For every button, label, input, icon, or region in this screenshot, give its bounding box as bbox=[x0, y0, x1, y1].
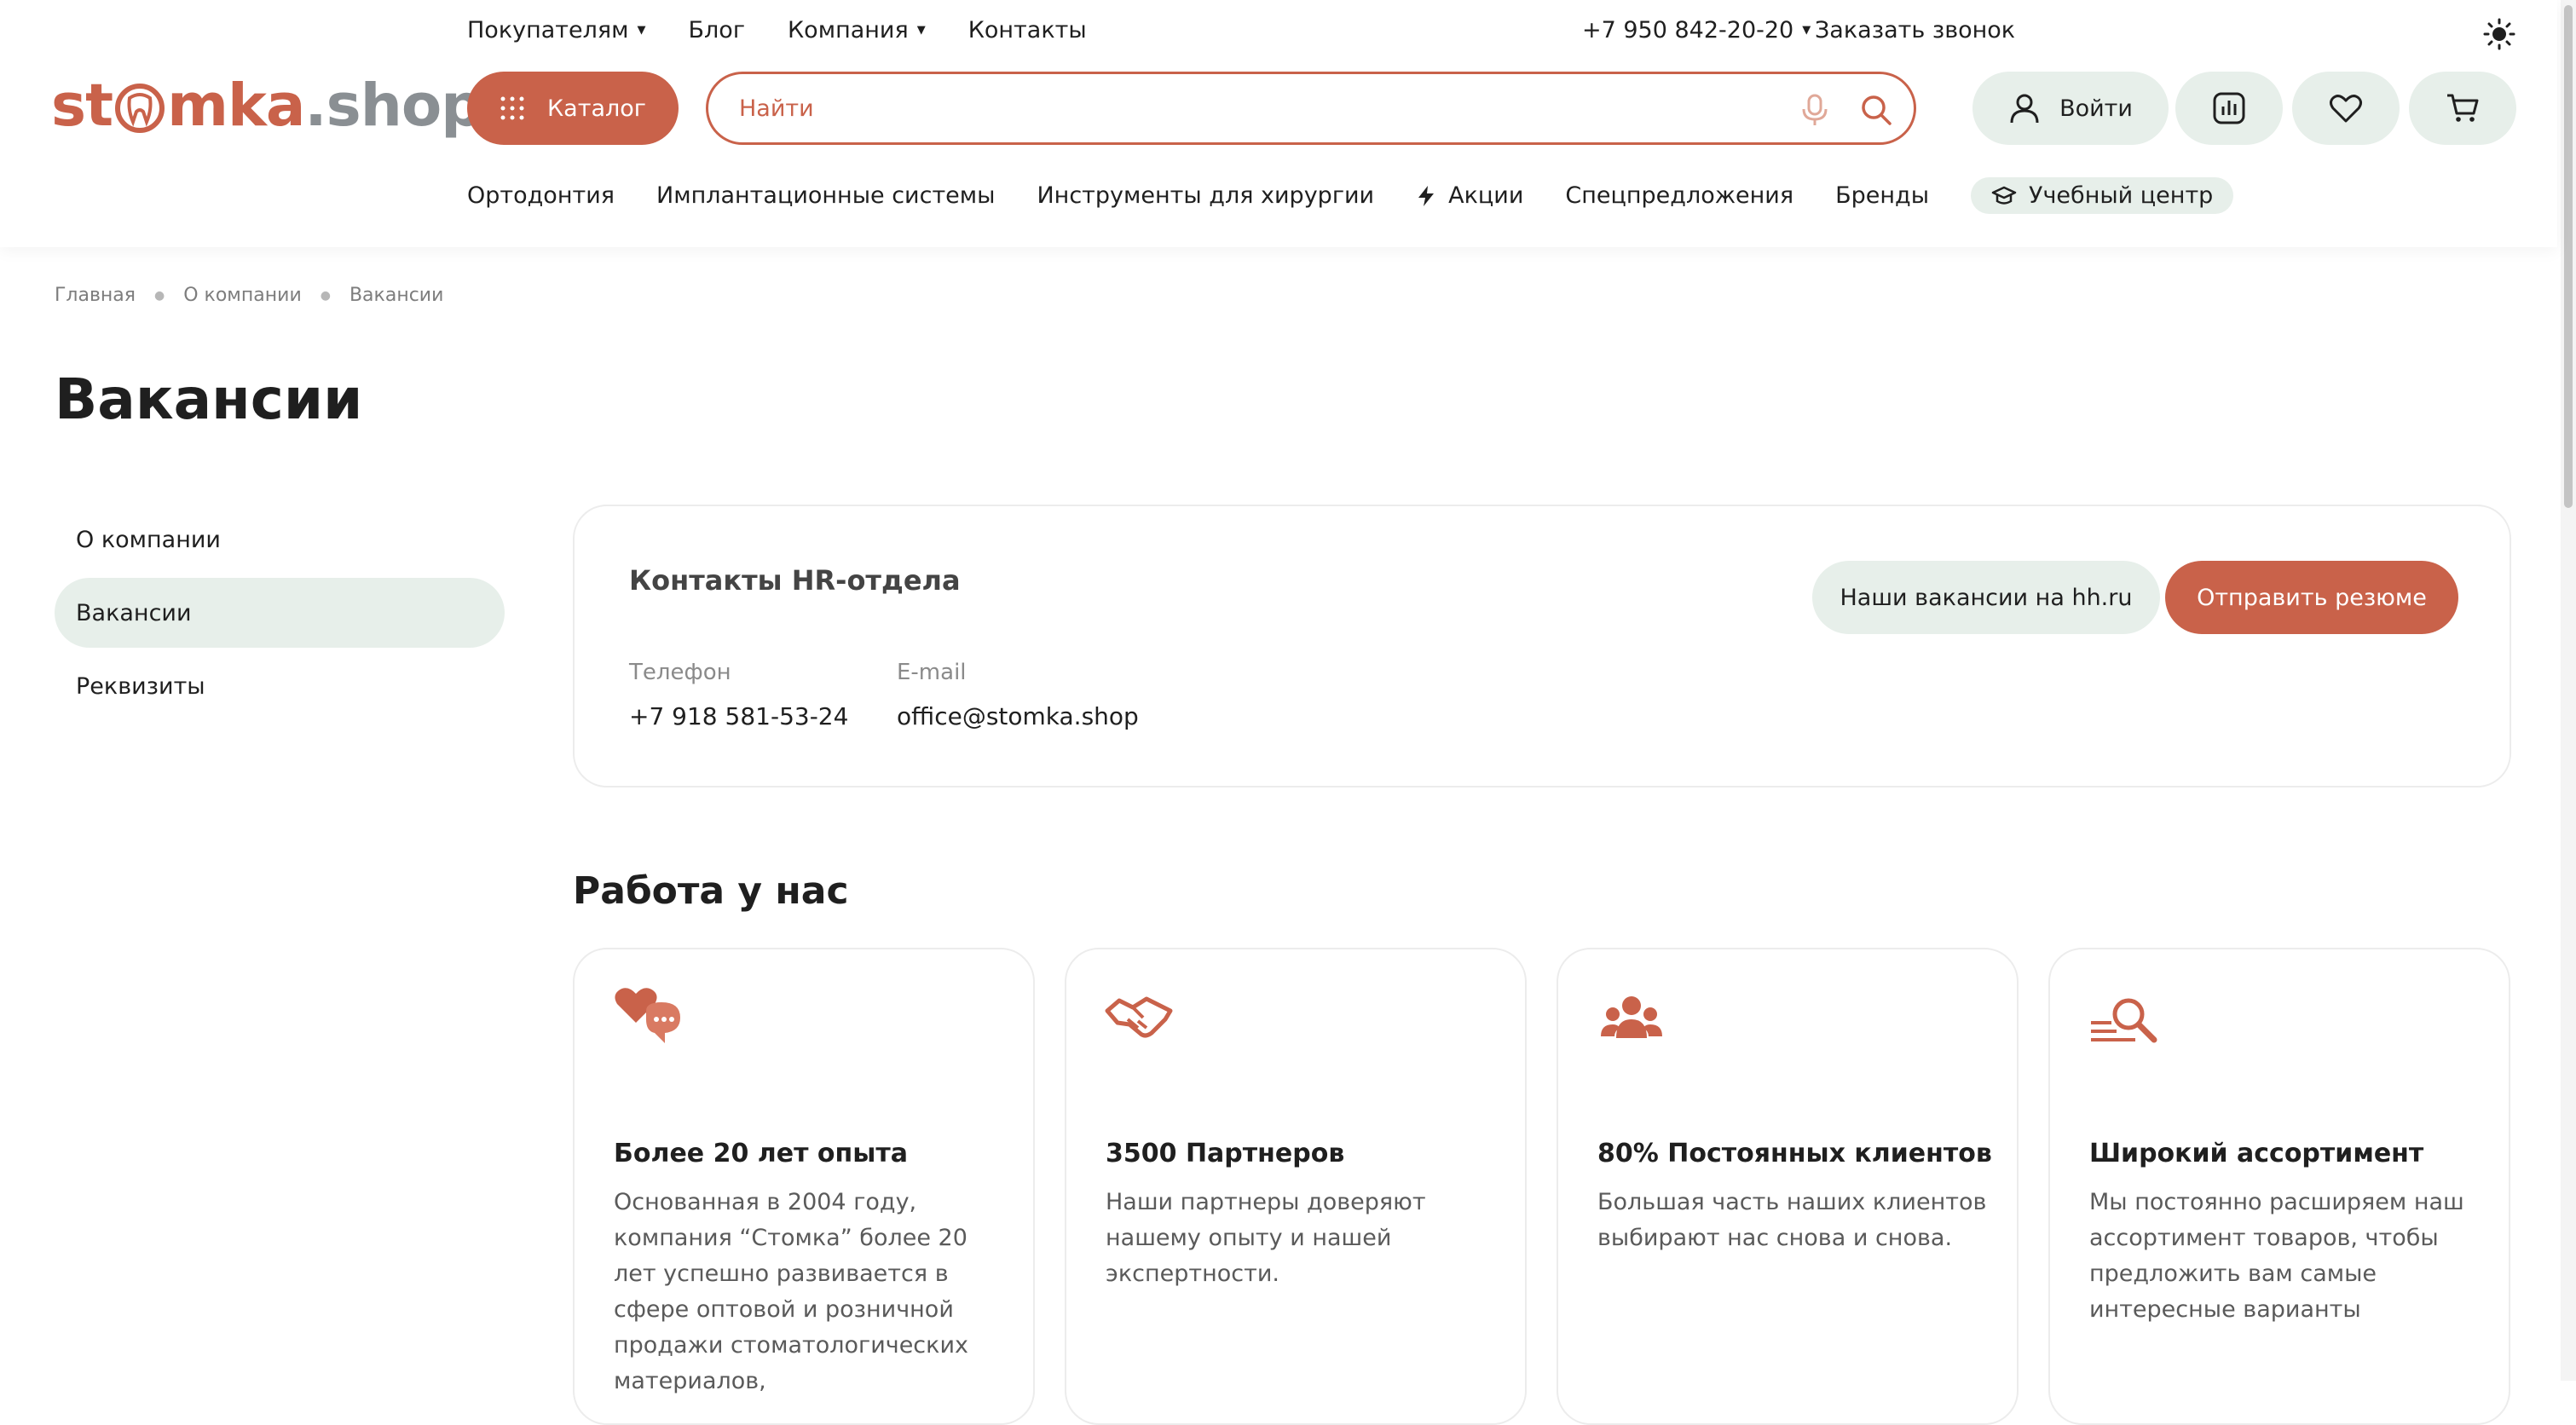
hr-email[interactable]: office@stomka.shop bbox=[897, 702, 1139, 730]
catalog-button[interactable]: Каталог bbox=[467, 72, 679, 145]
logo-part: .shop bbox=[304, 72, 482, 140]
caret-down-icon: ▼ bbox=[916, 24, 926, 37]
feature-card: Широкий ассортимент Мы постоянно расширя… bbox=[2048, 948, 2510, 1425]
graduation-cap-icon bbox=[1991, 186, 2017, 205]
page-title: Вакансии bbox=[55, 366, 363, 432]
feature-card: 80% Постоянных клиентов Большая часть на… bbox=[1557, 948, 2019, 1425]
side-menu-requisites[interactable]: Реквизиты bbox=[55, 651, 505, 721]
side-menu-vacancies[interactable]: Вакансии bbox=[55, 578, 505, 648]
tooth-icon bbox=[115, 84, 165, 133]
education-label: Учебный центр bbox=[2029, 182, 2214, 209]
breadcrumb: Главная ● О компании ● Вакансии bbox=[55, 285, 443, 306]
people-icon bbox=[1601, 996, 1662, 1038]
phone-label: Телефон bbox=[629, 660, 731, 685]
breadcrumb-current: Вакансии bbox=[349, 285, 444, 306]
grid-dots-icon bbox=[500, 96, 524, 120]
breadcrumb-separator: ● bbox=[154, 288, 165, 303]
site-header: Покупателям ▼ Блог Компания ▼ Контакты +7 … bbox=[0, 0, 2557, 247]
side-menu-about[interactable]: О компании bbox=[55, 505, 505, 574]
breadcrumb-home[interactable]: Главная bbox=[55, 285, 136, 306]
education-center-link[interactable]: Учебный центр bbox=[1971, 177, 2234, 214]
card-title: 80% Постоянных клиентов bbox=[1597, 1139, 1992, 1168]
favorites-button[interactable] bbox=[2292, 72, 2400, 145]
card-text: Наши партнеры доверяют нашему опыту и на… bbox=[1106, 1189, 1426, 1287]
card-text: Мы постоянно расширяем наш ассортимент т… bbox=[2089, 1189, 2464, 1323]
email-label: E-mail bbox=[897, 660, 967, 685]
microphone-icon[interactable] bbox=[1799, 93, 1830, 127]
hr-phone[interactable]: +7 918 581-53-24 bbox=[629, 702, 848, 730]
hh-vacancies-button[interactable]: Наши вакансии на hh.ru bbox=[1812, 561, 2160, 634]
top-nav-blog[interactable]: Блог bbox=[689, 17, 746, 43]
card-text: Основанная в 2004 году, компания “Стомка… bbox=[614, 1189, 968, 1394]
category-promotions[interactable]: Акции bbox=[1416, 182, 1523, 209]
hr-contacts-card: Контакты HR-отдела Телефон +7 918 581-53… bbox=[573, 505, 2511, 788]
logo-part: mka bbox=[167, 72, 305, 140]
category-implants[interactable]: Имплантационные системы bbox=[656, 182, 995, 209]
top-nav-label: Компания bbox=[788, 17, 909, 43]
handshake-icon bbox=[1105, 996, 1173, 1038]
breadcrumb-about[interactable]: О компании bbox=[183, 285, 302, 306]
category-special-offers[interactable]: Спецпредложения bbox=[1565, 182, 1793, 209]
search-list-icon bbox=[2091, 998, 2157, 1043]
caret-down-icon: ▼ bbox=[637, 24, 646, 37]
scrollbar-thumb[interactable] bbox=[2564, 5, 2573, 508]
category-orthodontics[interactable]: Ортодонтия bbox=[467, 182, 615, 209]
top-nav: Покупателям ▼ Блог Компания ▼ Контакты bbox=[467, 17, 1087, 43]
card-text: Большая часть наших клиентов выбирают на… bbox=[1597, 1189, 1987, 1251]
user-icon bbox=[2010, 94, 2039, 124]
heart-icon bbox=[2330, 95, 2362, 123]
login-label: Войти bbox=[2059, 95, 2133, 122]
send-resume-button[interactable]: Отправить резюме bbox=[2165, 561, 2458, 634]
heart-chat-icon bbox=[615, 988, 680, 1043]
breadcrumb-separator: ● bbox=[320, 288, 331, 303]
callback-link[interactable]: Заказать звонок bbox=[1815, 17, 2015, 43]
cart-button[interactable] bbox=[2409, 72, 2516, 145]
side-menu: О компании Вакансии Реквизиты bbox=[55, 505, 505, 724]
category-nav: Ортодонтия Имплантационные системы Инстр… bbox=[467, 177, 2234, 214]
category-brands[interactable]: Бренды bbox=[1835, 182, 1929, 209]
site-logo[interactable]: st mka .shop bbox=[51, 72, 483, 140]
hr-title: Контакты HR-отдела bbox=[629, 564, 961, 597]
card-title: Широкий ассортимент bbox=[2089, 1139, 2424, 1168]
section-title: Работа у нас bbox=[573, 869, 849, 913]
header-phone[interactable]: +7 950 842-20-20 ▼ bbox=[1582, 17, 1811, 43]
top-nav-buyers[interactable]: Покупателям ▼ bbox=[467, 17, 646, 43]
chart-icon bbox=[2213, 92, 2245, 124]
catalog-label: Каталог bbox=[547, 95, 646, 122]
compare-button[interactable] bbox=[2175, 72, 2283, 145]
login-button[interactable]: Войти bbox=[1972, 72, 2169, 145]
category-surgery-tools[interactable]: Инструменты для хирургии bbox=[1037, 182, 1374, 209]
phone-text: +7 950 842-20-20 bbox=[1582, 17, 1794, 43]
feature-card: 3500 Партнеров Наши партнеры доверяют на… bbox=[1065, 948, 1527, 1425]
search-input[interactable] bbox=[737, 94, 1764, 123]
top-nav-contacts[interactable]: Контакты bbox=[968, 17, 1087, 43]
search-icon[interactable] bbox=[1859, 93, 1893, 127]
search-bar bbox=[706, 72, 1916, 145]
cart-icon bbox=[2447, 94, 2479, 122]
feature-card: Более 20 лет опыта Основанная в 2004 год… bbox=[573, 948, 1035, 1425]
lightning-icon bbox=[1418, 185, 1435, 206]
logo-part: st bbox=[51, 72, 113, 140]
caret-down-icon: ▼ bbox=[1802, 24, 1811, 37]
card-title: Более 20 лет опыта bbox=[614, 1139, 909, 1168]
top-nav-company[interactable]: Компания ▼ bbox=[788, 17, 926, 43]
theme-toggle-icon[interactable] bbox=[2482, 17, 2516, 51]
category-label: Акции bbox=[1448, 182, 1524, 209]
card-title: 3500 Партнеров bbox=[1106, 1139, 1345, 1168]
top-nav-label: Покупателям bbox=[467, 17, 629, 43]
